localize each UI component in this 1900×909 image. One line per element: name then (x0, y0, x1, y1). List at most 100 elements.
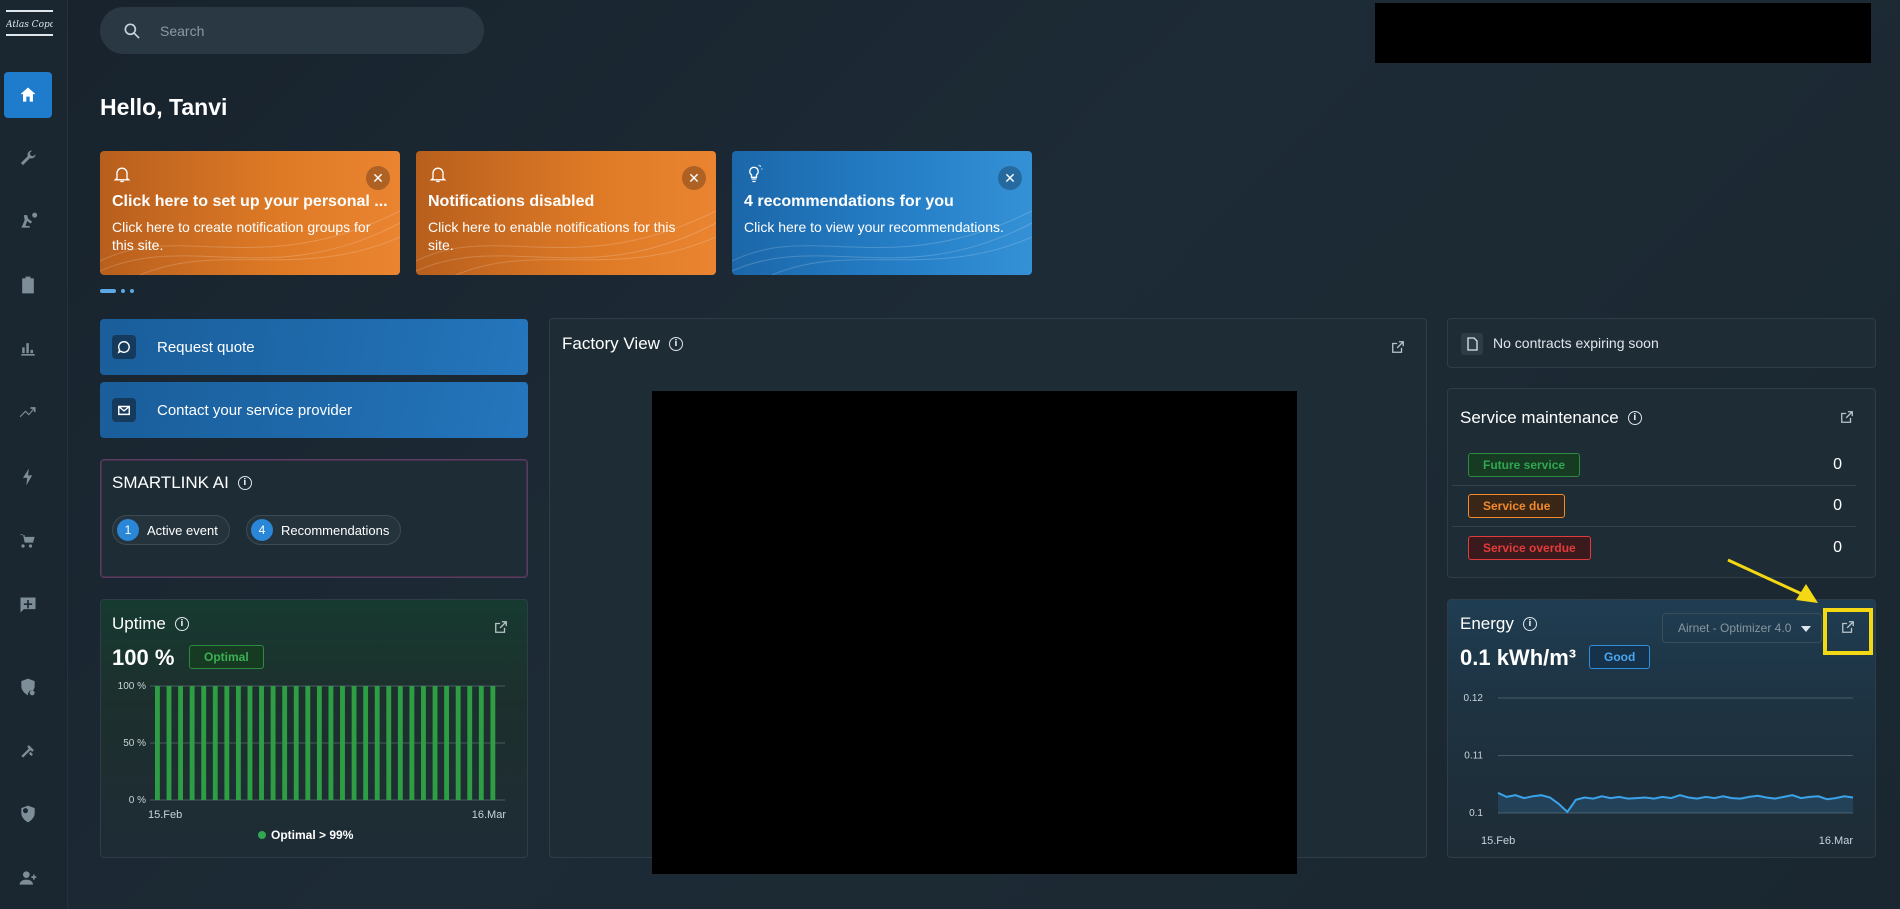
nav-service[interactable] (4, 135, 52, 181)
uptime-bar (444, 686, 450, 800)
request-quote-button[interactable]: Request quote (100, 319, 528, 375)
clipboard-icon (22, 276, 34, 294)
uptime-bar (305, 686, 311, 800)
uptime-bar (247, 686, 253, 800)
close-icon[interactable]: ✕ (998, 166, 1022, 190)
service-row-future[interactable]: Future service 0 (1452, 445, 1856, 486)
energy-title-text: Energy (1460, 614, 1514, 633)
y-tick-label: 50 % (123, 738, 146, 749)
contracts-text: No contracts expiring soon (1493, 335, 1659, 351)
nav-trends[interactable] (4, 390, 52, 436)
document-icon (1461, 333, 1483, 355)
energy-value: 0.1 kWh/m³ (1460, 645, 1577, 670)
contact-provider-button[interactable]: Contact your service provider (100, 382, 528, 438)
close-icon[interactable]: ✕ (366, 166, 390, 190)
service-overdue-count: 0 (1833, 538, 1842, 556)
uptime-bar (351, 686, 357, 800)
machine-select-value: Airnet - Optimizer 4.0 (1678, 621, 1792, 635)
recommendations-count: 4 (251, 519, 273, 541)
smartlink-title-text: SMARTLINK AI (112, 473, 229, 492)
nav-energy[interactable] (4, 454, 52, 500)
nav-reports[interactable] (4, 262, 52, 308)
uptime-bar (178, 686, 183, 800)
nav-add-user[interactable] (4, 855, 52, 901)
x-tick-label: 15.Feb (148, 809, 182, 821)
bar-chart-icon (21, 343, 35, 356)
info-icon[interactable]: i (1627, 411, 1642, 425)
greeting: Hello, Tanvi (100, 94, 228, 120)
service-maintenance-title-text: Service maintenance (1460, 408, 1619, 427)
uptime-bar (397, 686, 403, 800)
nav-shop[interactable] (4, 518, 52, 564)
legend-dot (258, 831, 266, 839)
service-due-badge: Service due (1468, 494, 1566, 518)
carousel-dot-active[interactable] (100, 289, 116, 293)
search-input[interactable] (160, 22, 440, 39)
lightning-icon (23, 468, 33, 486)
uptime-bar (421, 686, 426, 800)
info-icon[interactable]: i (237, 476, 252, 490)
close-icon[interactable]: ✕ (682, 166, 706, 190)
external-link-icon[interactable] (1840, 410, 1854, 424)
nav-analytics[interactable] (4, 326, 52, 372)
notification-card-notifications-disabled[interactable]: Notifications disabled Click here to ena… (416, 151, 716, 275)
carousel-dot[interactable] (130, 289, 134, 293)
info-icon[interactable]: i (174, 617, 189, 631)
external-link-icon[interactable] (494, 620, 508, 634)
carousel-dot[interactable] (121, 289, 125, 293)
external-link-icon[interactable] (1391, 340, 1405, 354)
lightbulb-icon (749, 164, 763, 183)
wrench-icon (20, 150, 36, 166)
card-text: Click here to create notification groups… (112, 219, 371, 253)
energy-status-badge: Good (1589, 645, 1651, 669)
tools-icon (21, 745, 34, 758)
active-event-label: Active event (147, 522, 218, 538)
machine-select[interactable]: Airnet - Optimizer 4.0 (1662, 613, 1822, 643)
uptime-bar (224, 686, 230, 800)
nav-home[interactable] (4, 72, 52, 118)
uptime-legend-text: Optimal > 99% (271, 828, 354, 842)
compressor-icon (21, 212, 38, 228)
caret-down-icon (1801, 626, 1811, 632)
uptime-bar (166, 686, 172, 800)
notification-card-personal-setup[interactable]: Click here to set up your personal ... C… (100, 151, 400, 275)
home-icon (20, 87, 36, 102)
service-row-due[interactable]: Service due 0 (1452, 486, 1856, 527)
recommendations-label: Recommendations (281, 522, 390, 538)
uptime-bar (490, 686, 496, 800)
nav-tools[interactable] (4, 728, 52, 774)
smartlink-title: SMARTLINK AI i (112, 473, 252, 493)
energy-title: Energy i (1460, 614, 1537, 634)
uptime-bar (235, 686, 241, 800)
uptime-bar (201, 686, 207, 800)
uptime-status-badge: Optimal (189, 645, 264, 669)
x-tick-label: 16.Mar (472, 809, 507, 821)
wave-decoration (100, 210, 400, 275)
energy-chart: 0.12 0.11 0.1 15.Feb 16.Mar (1464, 693, 1854, 846)
info-icon[interactable]: i (1522, 617, 1537, 631)
info-icon[interactable]: i (668, 337, 683, 351)
search-bar[interactable] (100, 7, 484, 54)
recommendations-pill[interactable]: 4 Recommendations (246, 515, 402, 545)
redacted-header-area (1375, 3, 1871, 63)
uptime-bar (328, 686, 334, 800)
nav-feedback[interactable] (4, 582, 52, 628)
card-title: Click here to set up your personal ... (112, 193, 388, 210)
contact-provider-label: Contact your service provider (157, 401, 353, 419)
y-tick-label: 100 % (118, 681, 146, 692)
uptime-value: 100 % (112, 645, 175, 670)
uptime-bar (340, 686, 345, 800)
wave-decoration (732, 210, 1032, 275)
nav-machines[interactable] (4, 198, 52, 244)
card-title: Notifications disabled (428, 193, 595, 210)
uptime-bar (189, 686, 195, 800)
active-event-pill[interactable]: 1 Active event (112, 515, 230, 545)
nav-protection[interactable] (4, 791, 52, 837)
x-tick-label: 16.Mar (1819, 835, 1854, 846)
uptime-title: Uptime i (112, 614, 189, 634)
carousel-indicator[interactable] (100, 289, 134, 293)
future-service-badge: Future service (1468, 453, 1581, 477)
notification-card-recommendations[interactable]: 4 recommendations for you Click here to … (732, 151, 1032, 275)
wave-decoration (416, 210, 716, 275)
nav-security-alerts[interactable] (4, 664, 52, 710)
